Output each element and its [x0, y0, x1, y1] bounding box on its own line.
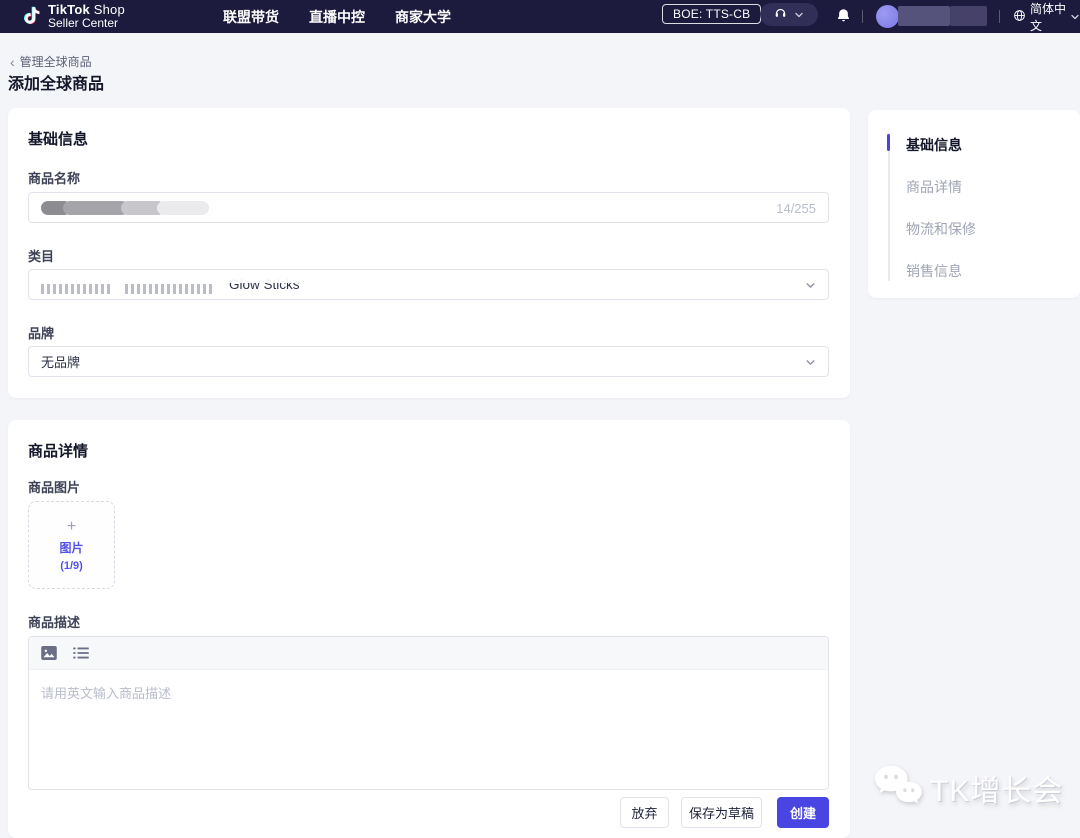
language-label: 简体中文	[1030, 0, 1066, 34]
breadcrumb-label: 管理全球商品	[20, 53, 92, 70]
nav-seller-academy[interactable]: 商家大学	[395, 7, 451, 27]
app-root: TikTok Shop Seller Center 联盟带货 直播中控 商家大学…	[0, 0, 1080, 838]
environment-badge: BOE: TTS-CB	[662, 4, 761, 24]
username-redacted	[950, 6, 987, 26]
page-title: 添加全球商品	[8, 70, 104, 94]
section-anchor-nav: 基础信息 商品详情 物流和保修 销售信息	[868, 110, 1080, 298]
nav-live-control[interactable]: 直播中控	[309, 7, 365, 27]
plus-icon: +	[67, 519, 76, 535]
upload-label: 图片	[59, 539, 83, 556]
brand-select[interactable]: 无品牌	[28, 346, 829, 377]
anchor-basic-info[interactable]: 基础信息	[906, 135, 962, 155]
product-name-input[interactable]: 14/255	[28, 192, 829, 223]
save-draft-button[interactable]: 保存为草稿	[681, 797, 762, 828]
logo-shop: Shop	[94, 2, 125, 17]
bell-icon	[836, 11, 851, 28]
topbar-divider	[862, 10, 863, 23]
brand-value: 无品牌	[41, 352, 80, 371]
chevron-down-icon	[794, 10, 804, 20]
topbar-divider	[999, 10, 1000, 23]
description-editor: 请用英文输入商品描述	[28, 636, 829, 790]
product-images-label: 商品图片	[28, 477, 80, 496]
wechat-icon	[872, 764, 922, 811]
username-redacted	[898, 6, 950, 26]
product-name-label: 商品名称	[28, 168, 80, 187]
anchor-product-detail[interactable]: 商品详情	[906, 177, 962, 197]
nav-affiliate[interactable]: 联盟带货	[223, 7, 279, 27]
topbar: TikTok Shop Seller Center 联盟带货 直播中控 商家大学…	[0, 0, 1080, 33]
globe-icon	[1013, 9, 1026, 25]
topbar-nav: 联盟带货 直播中控 商家大学	[223, 0, 451, 33]
anchor-sales-info[interactable]: 销售信息	[906, 261, 962, 281]
product-detail-card: 商品详情 商品图片 + 图片 (1/9) 商品描述	[8, 420, 850, 838]
category-redacted-segment	[41, 284, 111, 294]
basic-info-card: 基础信息 商品名称 14/255 类目 Glow Sticks 品牌 无品牌	[8, 108, 850, 398]
headset-icon	[774, 6, 787, 24]
back-arrow-icon: ‹	[10, 56, 15, 68]
brand-label: 品牌	[28, 323, 54, 342]
redaction-overlay	[37, 275, 349, 283]
editor-toolbar	[29, 637, 828, 670]
logo-subtitle: Seller Center	[48, 17, 125, 29]
tiktok-shop-logo[interactable]: TikTok Shop Seller Center	[22, 4, 125, 32]
logo-text: TikTok Shop Seller Center	[48, 4, 125, 29]
insert-image-button[interactable]	[41, 646, 57, 660]
support-menu[interactable]	[760, 3, 818, 26]
watermark-text: TK增长会	[930, 766, 1063, 810]
anchor-active-indicator	[887, 134, 890, 151]
logo-brand: TikTok	[48, 2, 90, 17]
chevron-down-icon	[1070, 12, 1080, 22]
basic-info-heading: 基础信息	[28, 128, 88, 149]
breadcrumb[interactable]: ‹ 管理全球商品	[10, 53, 92, 70]
tiktok-note-icon	[22, 4, 42, 32]
description-input[interactable]: 请用英文输入商品描述	[29, 670, 828, 789]
image-upload-tile[interactable]: + 图片 (1/9)	[28, 501, 115, 589]
bullet-list-button[interactable]	[73, 646, 89, 660]
description-label: 商品描述	[28, 612, 80, 631]
category-redacted-segment	[125, 284, 215, 294]
list-icon	[73, 646, 89, 660]
category-label: 类目	[28, 246, 54, 265]
discard-button[interactable]: 放弃	[620, 797, 669, 828]
image-icon	[41, 646, 57, 660]
category-select[interactable]: Glow Sticks	[28, 269, 829, 300]
char-counter: 14/255	[776, 201, 816, 216]
watermark: TK增长会	[872, 764, 1063, 811]
anchor-shipping-warranty[interactable]: 物流和保修	[906, 219, 976, 239]
product-detail-heading: 商品详情	[28, 440, 88, 461]
product-name-redacted-value	[41, 201, 209, 215]
notifications-button[interactable]	[836, 7, 851, 29]
anchor-track	[888, 133, 890, 281]
create-button[interactable]: 创建	[777, 797, 829, 828]
chevron-down-icon	[805, 280, 816, 291]
avatar[interactable]	[876, 5, 899, 28]
language-switcher[interactable]: 简体中文	[1013, 0, 1080, 33]
upload-count: (1/9)	[60, 560, 83, 572]
chevron-down-icon	[805, 357, 816, 368]
